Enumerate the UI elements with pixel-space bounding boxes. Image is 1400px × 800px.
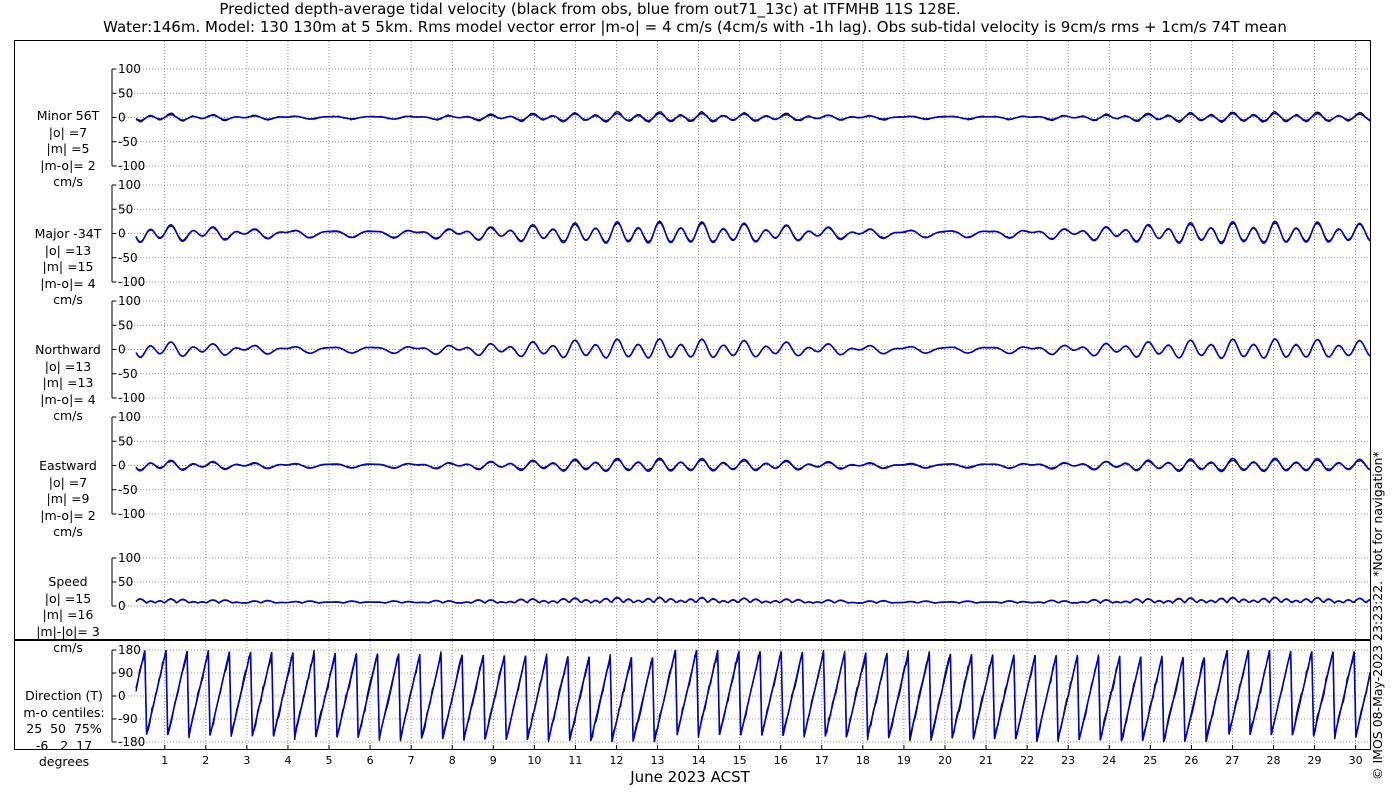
x-tick-label: 20 — [938, 754, 952, 767]
x-tick-label: 24 — [1102, 754, 1116, 767]
major-model-series — [135, 220, 1371, 245]
speed-y-tick-label: 100 — [118, 551, 141, 565]
x-tick-label: 21 — [979, 754, 993, 767]
x-tick-label: 3 — [243, 754, 250, 767]
north-model-series — [135, 337, 1371, 360]
x-tick-label: 7 — [408, 754, 415, 767]
speed-model-series — [135, 596, 1371, 605]
east-y-tick-label: -50 — [118, 483, 138, 497]
x-tick-label: 19 — [897, 754, 911, 767]
x-tick-label: 23 — [1061, 754, 1075, 767]
x-tick-label: 16 — [774, 754, 788, 767]
minor-y-tick-label: 0 — [118, 111, 126, 125]
x-tick-label: 13 — [651, 754, 665, 767]
east-y-tick-label: 100 — [118, 410, 141, 424]
x-tick-label: 15 — [733, 754, 747, 767]
x-tick-label: 2 — [202, 754, 209, 767]
x-tick-label: 14 — [692, 754, 706, 767]
x-tick-label: 30 — [1349, 754, 1363, 767]
major-y-tick-label: 100 — [118, 178, 141, 192]
tidal-velocity-plot: 1 2 3 4 5 6 7 8 9 10 11 12 13 14 15 16 17 18 19 20 21 22 23 24 2… — [111, 41, 1371, 767]
x-tick-label: 26 — [1184, 754, 1198, 767]
x-tick-label: 1 — [161, 754, 168, 767]
x-tick-label: 6 — [367, 754, 374, 767]
north-y-tick-label: 50 — [118, 318, 133, 332]
direction-y-tick-label: 90 — [118, 666, 133, 680]
east-y-tick-label: 0 — [118, 459, 126, 473]
x-tick-label: 8 — [449, 754, 456, 767]
x-axis-title: June 2023 ACST — [630, 768, 750, 786]
x-tick-label: 27 — [1225, 754, 1239, 767]
north-y-tick-label: 0 — [118, 343, 126, 357]
x-tick-label: 22 — [1020, 754, 1034, 767]
x-tick-label: 25 — [1143, 754, 1157, 767]
x-tick-label: 4 — [284, 754, 291, 767]
x-tick-label: 11 — [568, 754, 582, 767]
x-tick-label: 9 — [490, 754, 497, 767]
minor-y-tick-label: 50 — [118, 86, 133, 100]
direction-y-tick-label: -180 — [118, 735, 145, 749]
x-tick-label: 10 — [527, 754, 541, 767]
direction-y-tick-label: -90 — [118, 712, 138, 726]
direction-y-tick-label: 180 — [118, 643, 141, 657]
east-y-tick-label: -100 — [118, 507, 145, 521]
major-y-tick-label: 50 — [118, 202, 133, 216]
copyright-notice: © IMOS 08-May-2023 23:23:22. *Not for na… — [1370, 451, 1385, 780]
minor-y-tick-label: 100 — [118, 62, 141, 76]
north-y-tick-label: 100 — [118, 294, 141, 308]
x-tick-label: 18 — [856, 754, 870, 767]
speed-y-tick-label: 0 — [118, 599, 126, 613]
x-tick-label: 29 — [1308, 754, 1322, 767]
north-y-tick-label: -100 — [118, 391, 145, 405]
major-y-tick-label: -100 — [118, 275, 145, 289]
east-model-series — [135, 457, 1371, 473]
x-tick-label: 17 — [815, 754, 829, 767]
major-y-tick-label: 0 — [118, 227, 126, 241]
x-tick-label: 5 — [326, 754, 333, 767]
minor-y-tick-label: -50 — [118, 135, 138, 149]
major-y-tick-label: -50 — [118, 251, 138, 265]
direction-y-tick-label: 0 — [118, 689, 126, 703]
east-y-tick-label: 50 — [118, 434, 133, 448]
speed-y-tick-label: 50 — [118, 575, 133, 589]
x-tick-label: 28 — [1266, 754, 1280, 767]
minor-y-tick-label: -100 — [118, 159, 145, 173]
x-tick-label: 12 — [609, 754, 623, 767]
north-y-tick-label: -50 — [118, 367, 138, 381]
